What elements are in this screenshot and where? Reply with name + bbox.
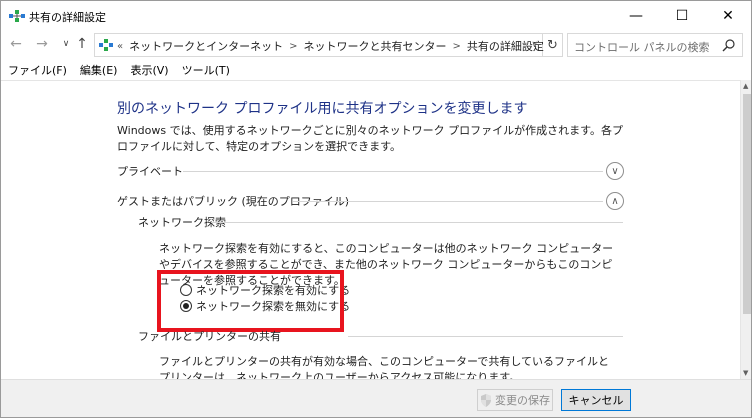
chevron-down-icon: ∨ xyxy=(611,165,619,177)
breadcrumb-separator[interactable]: > xyxy=(289,41,297,52)
network-app-icon xyxy=(9,10,25,22)
action-bar: 変更の保存 キャンセル xyxy=(1,379,751,417)
breadcrumb-network-sharing-center[interactable]: ネットワークと共有センター xyxy=(304,38,447,54)
divider xyxy=(293,201,603,202)
uac-shield-icon xyxy=(481,393,491,407)
address-bar[interactable]: « ネットワークとインターネット > ネットワークと共有センター > 共有の詳細… xyxy=(94,33,544,57)
forward-arrow-icon[interactable]: → xyxy=(33,35,51,53)
breadcrumb-overflow[interactable]: « xyxy=(117,41,123,52)
scrollbar-thumb[interactable] xyxy=(743,94,751,314)
scroll-up-arrow-icon[interactable]: ▲ xyxy=(743,82,748,90)
profile-private-label[interactable]: プライベート xyxy=(117,163,183,181)
divider xyxy=(183,171,603,172)
chevron-up-icon: ∧ xyxy=(611,195,619,207)
scroll-down-arrow-icon[interactable]: ▼ xyxy=(743,369,748,377)
cancel-button[interactable]: キャンセル xyxy=(561,389,631,411)
window: 共有の詳細設定 — ☐ ✕ ← → ∨ ↑ « ネットワークとインターネット >… xyxy=(0,0,752,418)
navigation-bar: ← → ∨ ↑ « ネットワークとインターネット > ネットワークと共有センター… xyxy=(1,31,751,59)
menu-edit[interactable]: 編集(E) xyxy=(73,59,124,79)
breadcrumb-network-internet[interactable]: ネットワークとインターネット xyxy=(129,38,283,54)
divider xyxy=(211,222,623,223)
page-title: 別のネットワーク プロファイル用に共有オプションを変更します xyxy=(117,101,528,117)
address-dropdown-icon[interactable]: ∨ xyxy=(531,40,538,50)
menu-bar: ファイル(F) 編集(E) 表示(V) ツール(T) xyxy=(1,59,751,79)
up-arrow-icon[interactable]: ↑ xyxy=(73,35,91,53)
refresh-icon[interactable]: ↻ xyxy=(543,33,563,57)
breadcrumb-separator[interactable]: > xyxy=(453,41,461,52)
file-printer-sharing-heading: ファイルとプリンターの共有 xyxy=(138,330,281,343)
expand-chevron-icon[interactable]: ∨ xyxy=(606,162,624,180)
minimize-button[interactable]: — xyxy=(613,1,659,31)
search-box[interactable]: コントロール パネルの検索 xyxy=(567,33,743,57)
back-arrow-icon[interactable]: ← xyxy=(7,35,25,53)
content-pane: 別のネットワーク プロファイル用に共有オプションを変更します Windows で… xyxy=(1,80,740,379)
file-printer-sharing-description: ファイルとプリンターの共有が有効な場合、このコンピューターで共有しているファイル… xyxy=(159,355,610,379)
save-button-label: 変更の保存 xyxy=(495,394,550,407)
breadcrumb: « ネットワークとインターネット > ネットワークと共有センター > 共有の詳細… xyxy=(117,38,544,54)
page-description: Windows では、使用するネットワークごとに別々のネットワーク プロファイル… xyxy=(117,124,623,153)
menu-tools[interactable]: ツール(T) xyxy=(175,59,236,79)
divider xyxy=(348,336,623,337)
search-icon[interactable] xyxy=(722,38,736,52)
maximize-button[interactable]: ☐ xyxy=(659,1,705,31)
menu-view[interactable]: 表示(V) xyxy=(123,59,174,79)
save-changes-button[interactable]: 変更の保存 xyxy=(477,389,553,411)
red-highlight-annotation xyxy=(157,270,344,332)
title-bar: 共有の詳細設定 — ☐ ✕ xyxy=(1,1,751,31)
control-panel-icon xyxy=(99,39,113,51)
collapse-chevron-icon[interactable]: ∧ xyxy=(606,192,624,210)
menu-file[interactable]: ファイル(F) xyxy=(1,59,73,79)
vertical-scrollbar[interactable]: ▲ ▼ xyxy=(740,80,751,379)
window-title: 共有の詳細設定 xyxy=(29,11,106,24)
close-button[interactable]: ✕ xyxy=(705,1,751,31)
search-placeholder: コントロール パネルの検索 xyxy=(574,41,710,54)
profile-guest-public-label[interactable]: ゲストまたはパブリック (現在のプロファイル) xyxy=(117,193,349,211)
